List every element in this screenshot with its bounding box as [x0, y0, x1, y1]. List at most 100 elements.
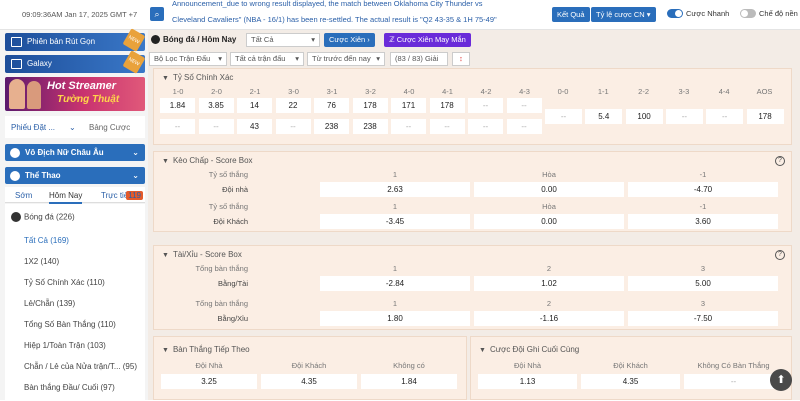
toggle-knob — [675, 10, 682, 17]
odds-cell[interactable]: 14 — [237, 98, 272, 113]
odds-cell[interactable]: 22 — [275, 98, 311, 113]
menu-item-football[interactable]: Bóng đá (226) — [11, 212, 75, 222]
odds-cell[interactable]: 2.63 — [320, 182, 470, 197]
announcement-ticker: Announcement_due to wrong result display… — [172, 0, 540, 29]
search-button[interactable]: ⌕ — [150, 7, 164, 21]
streamer-image — [27, 81, 41, 109]
odds-cell[interactable]: -1.16 — [474, 311, 624, 326]
menu-label: Tổng Số Bàn Thắng — [24, 320, 96, 329]
help-icon[interactable]: ? — [775, 156, 785, 166]
scroll-top-button[interactable]: ⬆ — [770, 369, 792, 391]
odds-cell[interactable]: 178 — [352, 98, 388, 113]
menu-item-correct-score[interactable]: Tỷ Số Chính Xác (110) — [24, 278, 105, 287]
lucky-combo-button[interactable]: ℤ Cược Xiên May Mắn — [384, 33, 471, 47]
odds-cell[interactable]: 5.00 — [628, 276, 778, 291]
menu-count: (110) — [86, 278, 105, 287]
odds-cell[interactable]: 3.25 — [161, 374, 257, 389]
odds-cell[interactable]: 178 — [429, 98, 465, 113]
odds-cell[interactable]: 238 — [352, 119, 388, 134]
menu-item-1x2[interactable]: 1X2 (140) — [24, 257, 59, 266]
tab-bet-table[interactable]: Bảng Cược — [89, 123, 130, 132]
odds-cell[interactable]: 100 — [625, 109, 663, 124]
odds-cell[interactable]: 4.35 — [261, 374, 357, 389]
odds-cell[interactable]: -2.84 — [320, 276, 470, 291]
score-header: 4-3 — [519, 87, 530, 96]
result-button[interactable]: Kết Quả — [552, 7, 590, 22]
section-sports[interactable]: Thể Thao ⌄ — [5, 167, 145, 184]
league-select[interactable]: Tất Cả ▾ — [246, 33, 320, 47]
main-content: Bóng đá / Hôm Nay Tất Cả ▾ Cược Xiên › ℤ … — [148, 30, 800, 400]
odds-cell[interactable]: 0.00 — [474, 182, 624, 197]
last-goal-panel: ▼ Cược Đội Ghi Cuối Cùng Đội Nhà 1.13 Đội K… — [470, 336, 792, 400]
odds-cell[interactable]: 1.84 — [361, 374, 457, 389]
odds-cell[interactable]: 178 — [746, 109, 784, 124]
mode-toggle[interactable] — [740, 9, 756, 18]
z-icon: ℤ — [389, 35, 395, 44]
sort-icon[interactable]: ↕ — [452, 52, 470, 66]
chevron-down-icon: ⌄ — [69, 123, 76, 132]
streamer-image — [9, 79, 25, 109]
odds-type-button[interactable]: Tỷ lệ cược CN ▾ — [591, 7, 656, 22]
panel-title[interactable]: ▼ Tài/Xỉu - Score Box — [162, 250, 242, 259]
top-bar: 09:09:36AM Jan 17, 2025 GMT +7 ⌕ Announc… — [0, 0, 800, 30]
odds-cell[interactable]: 171 — [391, 98, 426, 113]
section-womens-euro[interactable]: Vô Địch Nữ Châu Âu ⌄ — [5, 144, 145, 161]
panel-title[interactable]: ▼ Bàn Thắng Tiếp Theo — [162, 345, 250, 354]
group-label: Tổng bàn thắng — [195, 264, 248, 273]
galaxy-button[interactable]: Galaxy NEW — [5, 50, 146, 74]
odds-cell[interactable]: 3.60 — [628, 214, 778, 229]
odds-cell[interactable]: 1.02 — [474, 276, 624, 291]
time-range-select[interactable]: Từ trước đến nay ▾ — [307, 52, 385, 66]
column-header: Đội Khách — [291, 361, 327, 370]
match-filter-select[interactable]: Bộ Lọc Trận Đấu ▾ — [149, 52, 227, 66]
menu-item-total-goals[interactable]: Tổng Số Bàn Thắng (110) — [24, 320, 116, 329]
odds-cell[interactable]: 76 — [314, 98, 349, 113]
league-count-button[interactable]: (83 / 83) Giải — [390, 52, 448, 66]
odds-cell[interactable]: 238 — [314, 119, 349, 134]
panel-title[interactable]: ▼ Cược Đội Ghi Cuối Cùng — [479, 345, 579, 354]
chevron-right-icon: › — [367, 35, 370, 44]
arrow-up-icon: ⬆ — [776, 374, 786, 386]
odds-cell[interactable]: 1.13 — [478, 374, 577, 389]
odds-cell[interactable]: -3.45 — [320, 214, 470, 229]
menu-item-first-last-goal[interactable]: Bàn thắng Đầu/ Cuối (97) — [24, 383, 115, 392]
banner-title: Hot Streamer — [47, 80, 117, 92]
ticker-line: Announcement_due to wrong result display… — [172, 0, 483, 8]
odds-cell[interactable]: 1.84 — [160, 98, 195, 113]
football-icon — [11, 212, 21, 222]
combo-bet-button[interactable]: Cược Xiên › — [324, 33, 375, 47]
tab-label: Phiếu Đặt ... — [11, 123, 56, 132]
odds-cell[interactable]: 1.80 — [320, 311, 470, 326]
streamer-banner[interactable]: Hot Streamer Tường Thuật — [5, 77, 145, 111]
tab-today[interactable]: Hôm Nay — [49, 191, 83, 204]
all-matches-select[interactable]: Tất cả trận đấu ▾ — [230, 52, 304, 66]
odds-cell: -- — [198, 119, 234, 134]
column-header: Không Có Bàn Thắng — [697, 361, 770, 370]
tab-early[interactable]: Sớm — [15, 191, 32, 200]
quick-bet-toggle[interactable] — [667, 9, 683, 18]
odds-cell[interactable]: -7.50 — [628, 311, 778, 326]
menu-item-odd-even[interactable]: Lẻ/Chẵn (139) — [24, 299, 75, 308]
new-badge: NEW — [122, 28, 146, 52]
odds-cell[interactable]: 5.4 — [585, 109, 623, 124]
odds-cell: -- — [665, 109, 703, 124]
menu-item-half-odd-even[interactable]: Chẵn / Lẻ của Nửa trận/T... (95) — [24, 362, 137, 371]
score-header: 0-0 — [557, 87, 569, 96]
odds-cell[interactable]: 0.00 — [474, 214, 624, 229]
odds-cell[interactable]: 3.85 — [198, 98, 234, 113]
odds-cell[interactable]: 43 — [237, 119, 272, 134]
clock: 09:09:36AM Jan 17, 2025 GMT +7 — [22, 10, 138, 19]
panel-title[interactable]: ▼ Tỷ Số Chính Xác — [162, 73, 233, 82]
odds-cell[interactable]: 4.35 — [581, 374, 680, 389]
odds-cell[interactable]: -4.70 — [628, 182, 778, 197]
tab-bet-slip[interactable]: Phiếu Đặt ... ⌄ — [11, 123, 76, 132]
chevron-down-icon: ▾ — [311, 35, 315, 44]
menu-item-half-full[interactable]: Hiệp 1/Toàn Trận (103) — [24, 341, 106, 350]
odds-cell: -- — [468, 119, 503, 134]
panel-title[interactable]: ▼ Kèo Chấp - Score Box — [162, 156, 253, 165]
help-icon[interactable]: ? — [775, 250, 785, 260]
menu-item-all[interactable]: Tất Cả (169) — [24, 236, 69, 245]
compact-version-button[interactable]: Phiên bản Rút Gọn NEW — [5, 28, 146, 52]
football-icon — [10, 171, 20, 181]
menu-label: Lẻ/Chẵn — [24, 299, 55, 308]
